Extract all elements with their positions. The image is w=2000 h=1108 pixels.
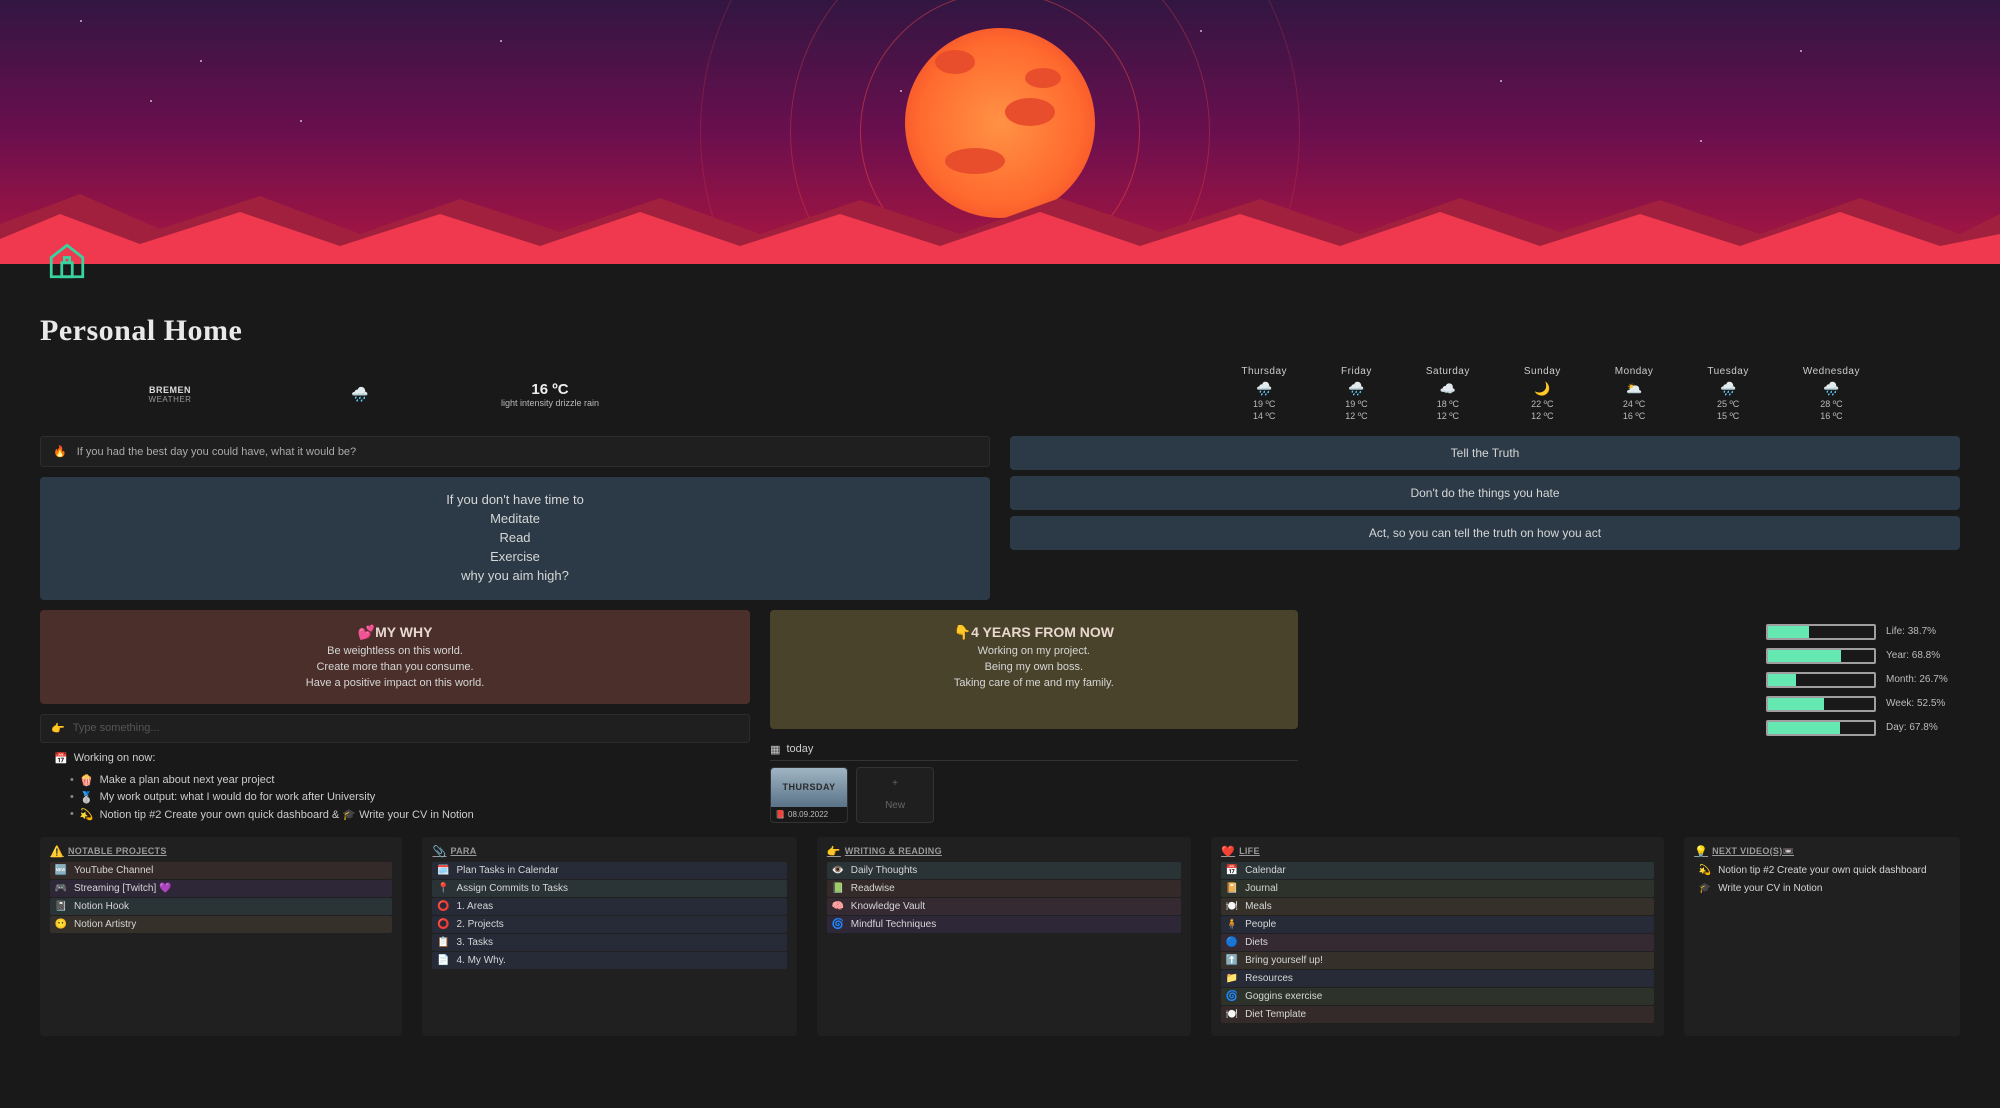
weather-location: BREMEN WEATHER <box>40 385 300 404</box>
link-item[interactable]: ⬆️Bring yourself up! <box>1221 952 1654 969</box>
link-item[interactable]: 😶Notion Artistry <box>50 916 392 933</box>
page-title[interactable]: Personal Home <box>40 314 1960 348</box>
callout-my-why[interactable]: 💕MY WHY Be weightless on this world. Cre… <box>40 610 750 704</box>
progress-life: Life: 38.7% <box>1766 624 1960 640</box>
weather-current-icon: 🌧️ <box>300 386 420 403</box>
bulb-icon: 💡 <box>1694 845 1708 858</box>
callout-text: If you had the best day you could have, … <box>77 446 356 458</box>
forecast-day: Saturday☁️18 ºC12 ºC <box>1426 366 1470 422</box>
forecast-day: Sunday🌙22 ºC12 ºC <box>1524 366 1561 422</box>
forecast-day: Tuesday🌧️25 ºC15 ºC <box>1707 366 1748 422</box>
point-right-icon: 👉 <box>51 722 65 735</box>
cover-image[interactable] <box>0 0 2000 264</box>
link-item[interactable]: ⭕1. Areas <box>432 898 786 915</box>
point-right-icon: 👉 <box>827 845 841 858</box>
forecast-day: Friday🌧️19 ºC12 ºC <box>1341 366 1372 422</box>
bullet-item[interactable]: 🍿 Make a plan about next year project <box>70 772 750 789</box>
link-item[interactable]: 🍽️Meals <box>1221 898 1654 915</box>
gallery-tab-today[interactable]: ▦ today <box>770 739 1297 761</box>
gallery-card[interactable]: THURSDAY 📕08.09.2022 <box>770 767 848 823</box>
callout-best-day[interactable]: 🔥 If you had the best day you could have… <box>40 436 990 467</box>
weather-forecast: Thursday🌧️19 ºC14 ºC Friday🌧️19 ºC12 ºC … <box>1241 366 1960 422</box>
page-icon-home[interactable] <box>46 240 88 282</box>
gallery-new-card[interactable]: + New <box>856 767 934 823</box>
link-item[interactable]: 📗Readwise <box>827 880 1181 897</box>
callout-meditate[interactable]: If you don't have time to Meditate Read … <box>40 477 990 599</box>
link-item[interactable]: 👁️Daily Thoughts <box>827 862 1181 879</box>
progress-widget: Life: 38.7% Year: 68.8% Month: 26.7% Wee… <box>1318 610 1960 736</box>
calendar-icon: 📅 <box>54 752 68 765</box>
link-item[interactable]: 🗓️Plan Tasks in Calendar <box>432 862 786 879</box>
weather-widget: BREMEN WEATHER 🌧️ 16 ºC light intensity … <box>40 362 1960 436</box>
link-item[interactable]: 🎓Write your CV in Notion <box>1694 880 1950 897</box>
progress-year: Year: 68.8% <box>1766 648 1960 664</box>
forecast-day: Wednesday🌧️28 ºC16 ºC <box>1803 366 1860 422</box>
bullet-item[interactable]: 🥈 My work output: what I would do for wo… <box>70 789 750 806</box>
block-life[interactable]: ❤️LIFE 📅Calendar 📔Journal 🍽️Meals 🧍Peopl… <box>1211 837 1664 1036</box>
progress-week: Week: 52.5% <box>1766 696 1960 712</box>
block-para[interactable]: 📎PARA 🗓️Plan Tasks in Calendar 📍Assign C… <box>422 837 796 1036</box>
link-item[interactable]: 📄4. My Why. <box>432 952 786 969</box>
block-notable-projects[interactable]: ⚠️NOTABLE PROJECTS 🆕YouTube Channel 🎮Str… <box>40 837 402 1036</box>
link-item[interactable]: 🍽️Diet Template <box>1221 1006 1654 1023</box>
task-bullets: 🍿 Make a plan about next year project 🥈 … <box>40 772 750 823</box>
gallery-icon: ▦ <box>770 743 780 756</box>
link-item[interactable]: 🧍People <box>1221 916 1654 933</box>
link-item[interactable]: 🌀Goggins exercise <box>1221 988 1654 1005</box>
link-item[interactable]: 🎮Streaming [Twitch] 💜 <box>50 880 392 897</box>
link-item[interactable]: 🌀Mindful Techniques <box>827 916 1181 933</box>
type-something-input[interactable]: 👉 Type something... <box>40 714 750 743</box>
link-item[interactable]: 📍Assign Commits to Tasks <box>432 880 786 897</box>
weather-current-temp: 16 ºC light intensity drizzle rain <box>420 381 680 408</box>
link-item[interactable]: 📋3. Tasks <box>432 934 786 951</box>
quote-1[interactable]: Tell the Truth <box>1010 436 1960 470</box>
warning-icon: ⚠️ <box>50 845 64 858</box>
callout-4-years[interactable]: 👇4 YEARS FROM NOW Working on my project.… <box>770 610 1297 729</box>
link-item[interactable]: 🔵Diets <box>1221 934 1654 951</box>
quote-2[interactable]: Don't do the things you hate <box>1010 476 1960 510</box>
book-icon: 📕 <box>775 810 785 819</box>
block-writing-reading[interactable]: 👉WRITING & READING 👁️Daily Thoughts 📗Rea… <box>817 837 1191 1036</box>
forecast-day: Thursday🌧️19 ºC14 ºC <box>1241 366 1287 422</box>
progress-day: Day: 67.8% <box>1766 720 1960 736</box>
link-item[interactable]: 📅Calendar <box>1221 862 1654 879</box>
link-item[interactable]: 💫Notion tip #2 Create your own quick das… <box>1694 862 1950 879</box>
plus-icon: + <box>892 778 898 789</box>
link-item[interactable]: ⭕2. Projects <box>432 916 786 933</box>
progress-month: Month: 26.7% <box>1766 672 1960 688</box>
quote-3[interactable]: Act, so you can tell the truth on how yo… <box>1010 516 1960 550</box>
link-item[interactable]: 🆕YouTube Channel <box>50 862 392 879</box>
heart-icon: ❤️ <box>1221 845 1235 858</box>
working-on-now[interactable]: 📅 Working on now: <box>40 749 750 768</box>
link-item[interactable]: 📔Journal <box>1221 880 1654 897</box>
forecast-day: Monday🌥️24 ºC16 ºC <box>1615 366 1654 422</box>
bullet-item[interactable]: 💫 Notion tip #2 Create your own quick da… <box>70 806 750 823</box>
block-next-videos[interactable]: 💡NEXT VIDEO(S)📼 💫Notion tip #2 Create yo… <box>1684 837 1960 1036</box>
paperclip-icon: 📎 <box>432 845 446 858</box>
link-item[interactable]: 🧠Knowledge Vault <box>827 898 1181 915</box>
fire-icon: 🔥 <box>53 445 67 458</box>
link-item[interactable]: 📁Resources <box>1221 970 1654 987</box>
link-item[interactable]: 📓Notion Hook <box>50 898 392 915</box>
